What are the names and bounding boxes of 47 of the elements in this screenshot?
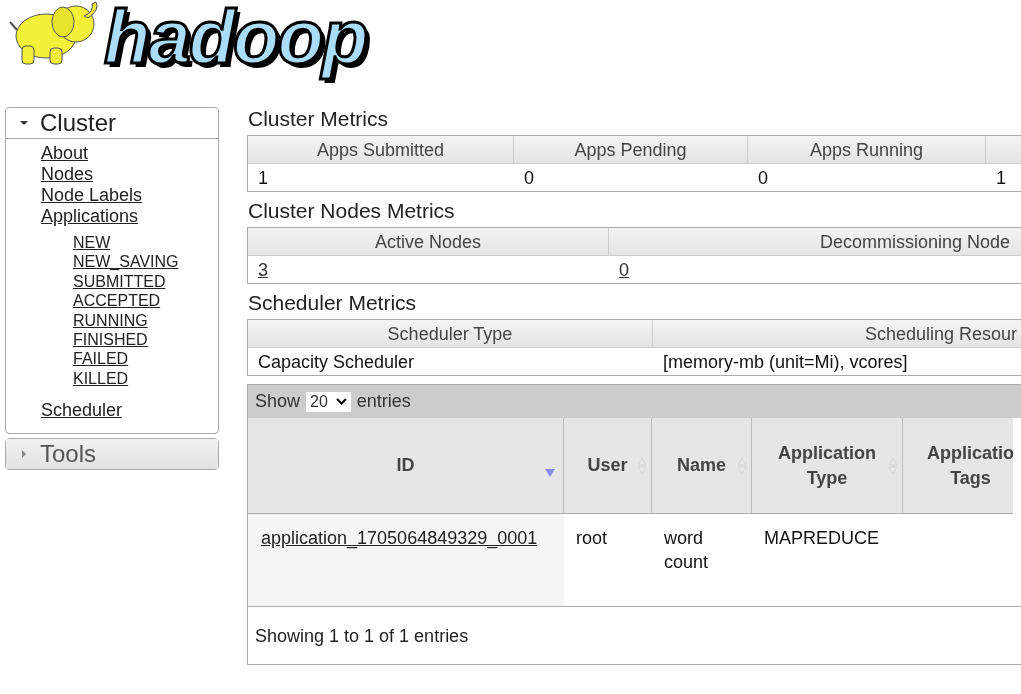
section-title[interactable]: Cluster <box>40 109 117 137</box>
application-link[interactable]: application_1705064849329_0001 <box>261 528 538 548</box>
column-header: Decommissioning Node <box>609 228 1021 255</box>
column-header[interactable]: Application Type <box>752 418 903 514</box>
page-size-select[interactable]: 20 <box>306 391 351 412</box>
sort-descending-icon <box>545 469 555 477</box>
table-info: Showing 1 to 1 of 1 entries <box>248 606 1021 664</box>
value-link[interactable]: 0 <box>619 260 629 280</box>
nav-link[interactable]: Nodes <box>41 164 94 184</box>
table-cell: [memory-mb (unit=Mi), vcores] <box>663 352 908 372</box>
nav-link[interactable]: NEW <box>73 234 111 251</box>
column-header[interactable]: User <box>564 418 652 514</box>
table-cell: word count <box>664 528 709 572</box>
section-heading: Cluster Nodes Metrics <box>247 198 456 224</box>
section-heading: Cluster Metrics <box>247 106 390 132</box>
table-cell: 1 <box>258 168 268 188</box>
column-header[interactable]: Name <box>652 418 752 514</box>
table-cell: root <box>576 528 608 548</box>
table-cell: 0 <box>758 168 768 188</box>
column-header: Scheduler Type <box>248 320 653 347</box>
column-header: Apps Pending <box>514 136 748 163</box>
nav-link[interactable]: SUBMITTED <box>73 272 166 290</box>
nav-link[interactable]: KILLED <box>73 369 129 387</box>
section-heading: Scheduler Metrics <box>247 290 418 316</box>
nav-link[interactable]: About <box>41 143 89 163</box>
column-header: Active Nodes <box>248 228 609 255</box>
chevron-down-icon <box>335 398 347 405</box>
entries-label: entries <box>356 391 411 412</box>
show-label: Show <box>255 391 301 412</box>
nav-link[interactable]: ACCEPTED <box>73 292 161 310</box>
column-header: Apps Running <box>748 136 986 163</box>
nav-link[interactable]: RUNNING <box>73 311 148 329</box>
value-link[interactable]: 3 <box>258 260 268 280</box>
table-cell: 0 <box>524 168 534 188</box>
column-header[interactable]: ID <box>248 418 564 514</box>
nav-link[interactable]: Node Labels <box>41 185 143 205</box>
column-header: Scheduling Resour <box>653 320 1021 347</box>
nav-link[interactable]: Applications <box>41 206 139 226</box>
nav-link[interactable]: Scheduler <box>41 400 123 421</box>
column-header[interactable]: Applicatio Tags <box>903 418 1013 514</box>
nav-link[interactable]: FINISHED <box>73 331 148 349</box>
table-cell: 1 <box>996 168 1006 188</box>
nav-link[interactable]: NEW_SAVING <box>73 253 179 271</box>
nav-link[interactable]: FAILED <box>73 350 129 368</box>
table-cell: MAPREDUCE <box>764 528 879 548</box>
table-cell: Capacity Scheduler <box>258 352 415 372</box>
column-header: Apps Submitted <box>248 136 514 163</box>
